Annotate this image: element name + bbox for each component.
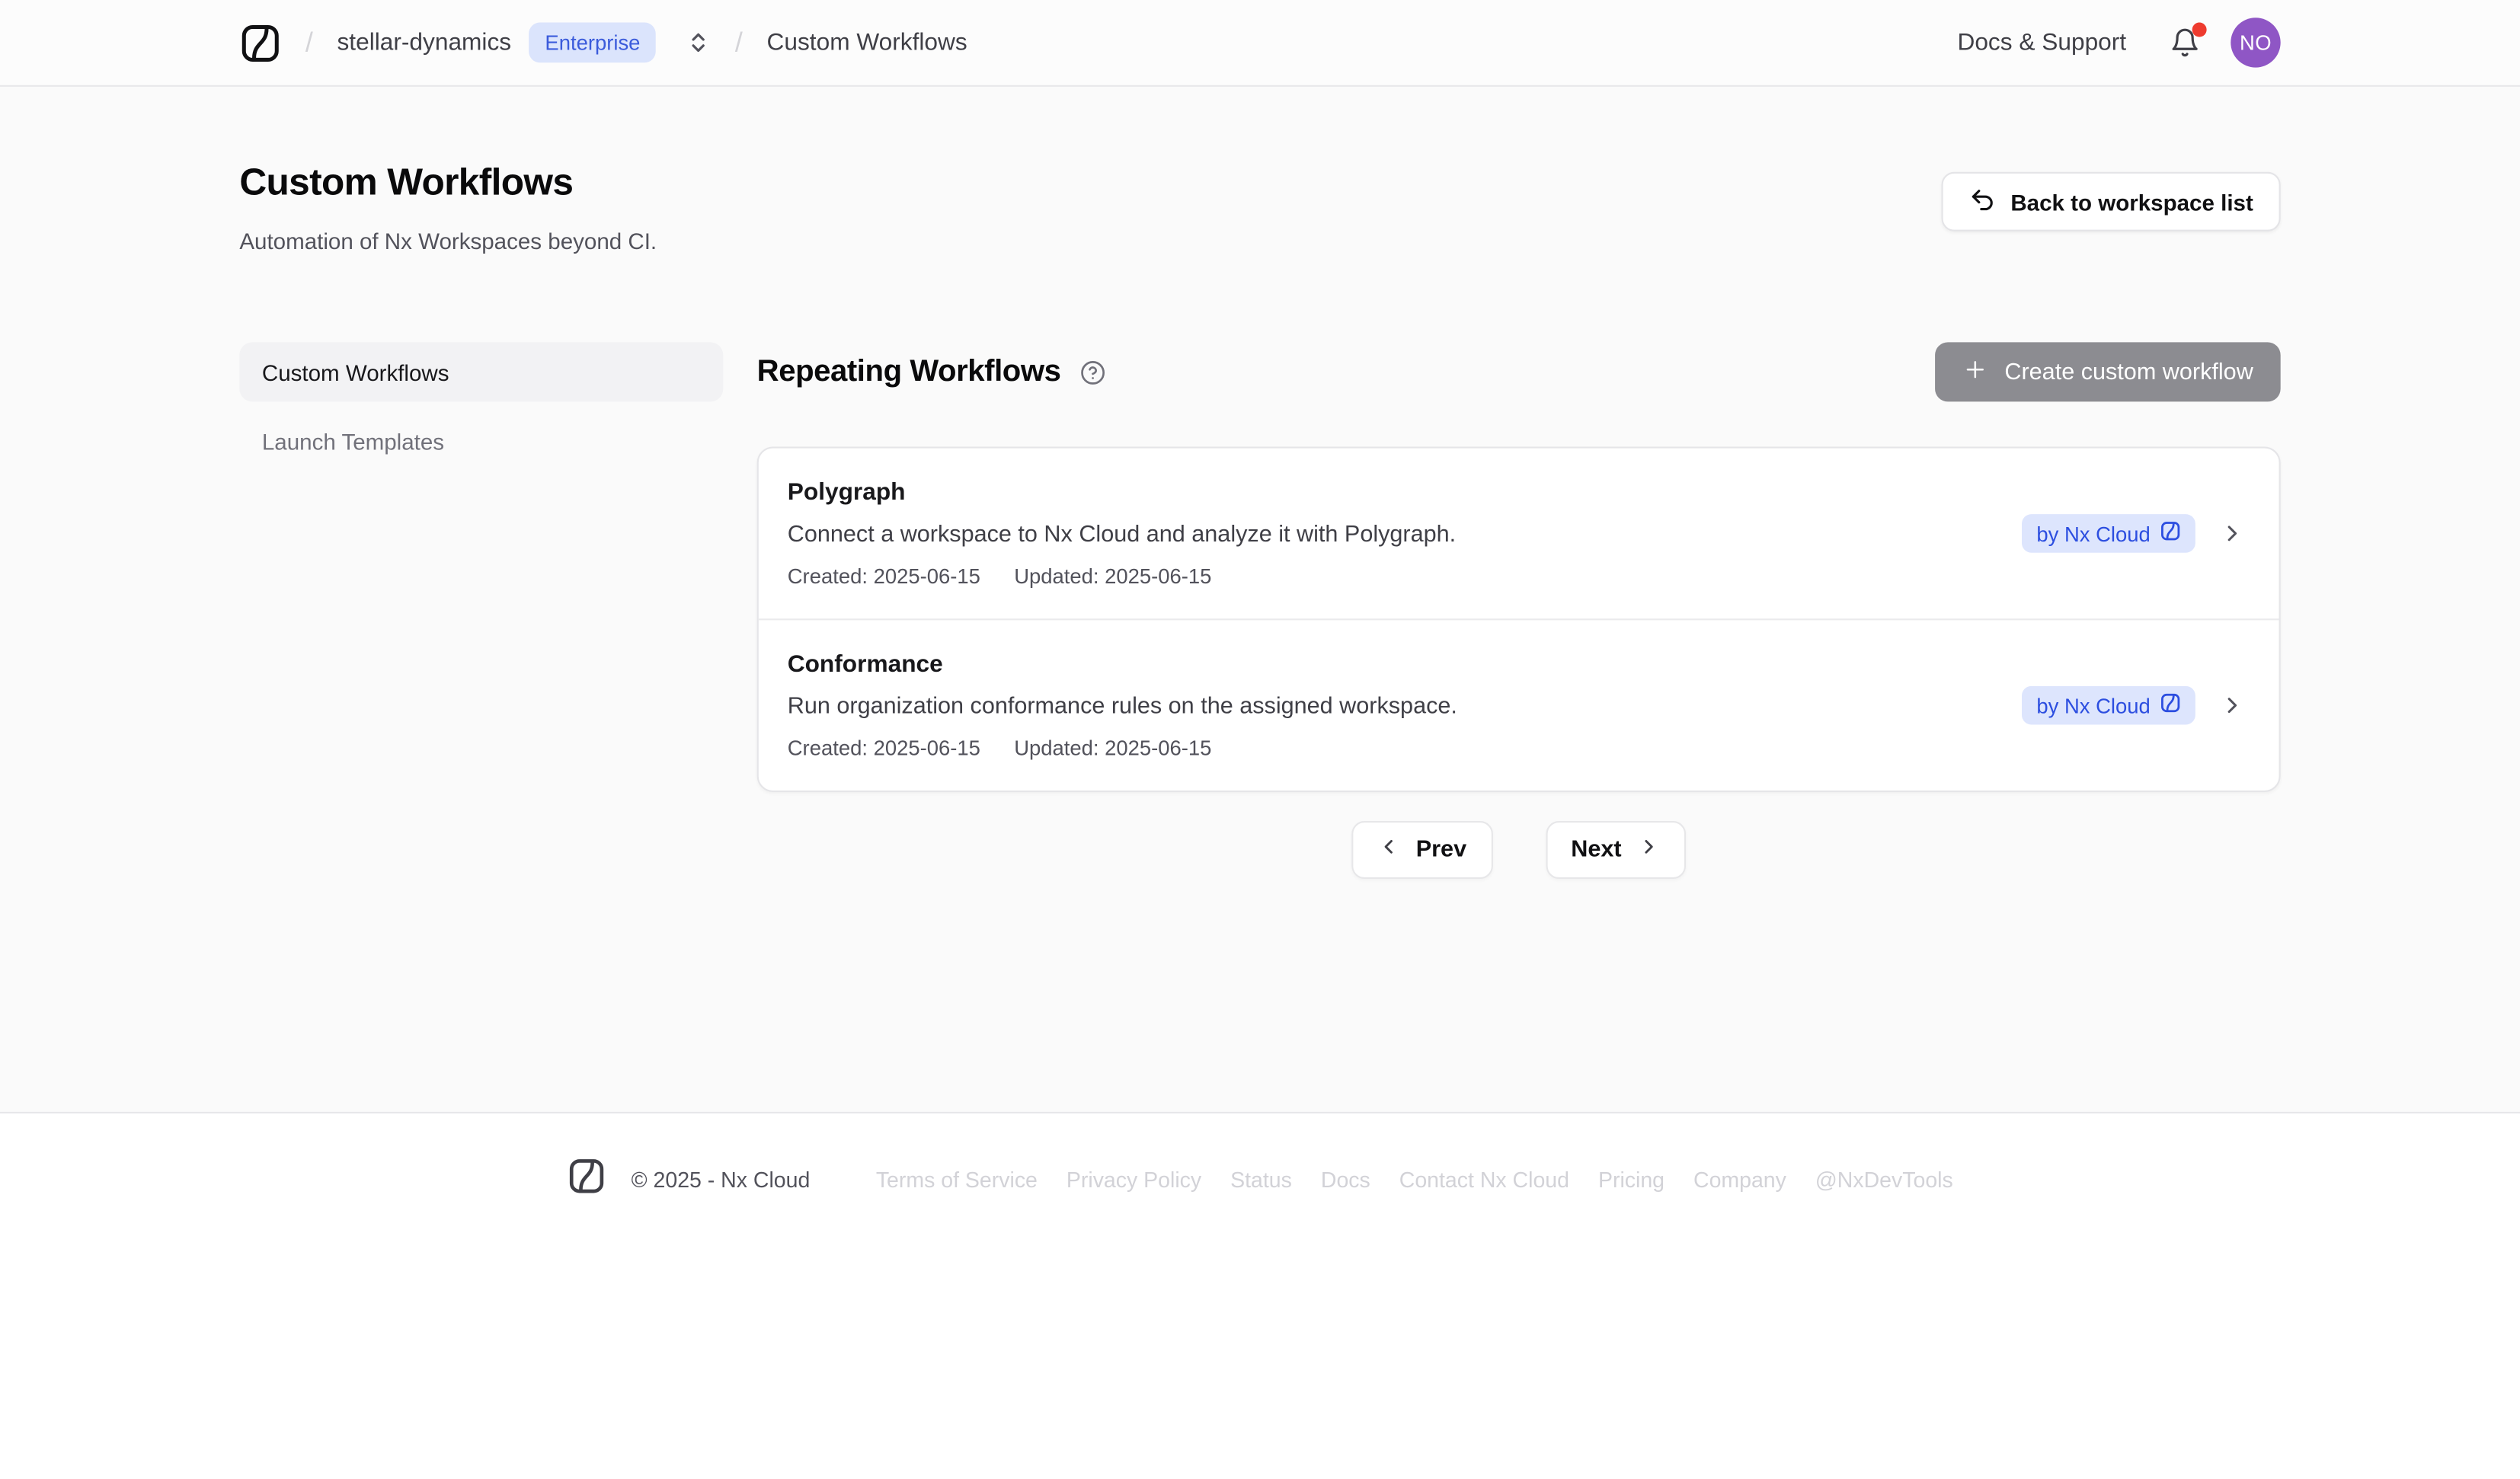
workflow-name: Polygraph [788,479,2023,506]
workflow-updated: Updated: 2025-06-15 [1014,564,1211,589]
pagination: Prev Next [757,821,2281,879]
by-nx-cloud-badge: by Nx Cloud [2022,514,2195,553]
footer-link-status[interactable]: Status [1230,1168,1292,1193]
next-page-button[interactable]: Next [1545,821,1685,879]
plan-badge: Enterprise [529,23,656,63]
create-custom-workflow-button[interactable]: Create custom workflow [1936,342,2281,401]
content-area: Custom Workflows Automation of Nx Worksp… [0,87,2520,1113]
notification-dot [2192,23,2207,37]
plus-icon [1963,356,1989,388]
footer-link-contact[interactable]: Contact Nx Cloud [1399,1168,1569,1193]
nx-logo-icon [2160,692,2180,718]
sidebar-item-custom-workflows[interactable]: Custom Workflows [239,342,723,401]
undo-arrow-icon [1968,186,1996,218]
prev-page-button[interactable]: Prev [1351,821,1492,879]
workflow-name: Conformance [788,650,2023,678]
page-subtitle: Automation of Nx Workspaces beyond CI. [239,228,657,254]
breadcrumb-current-page[interactable]: Custom Workflows [767,29,967,56]
footer-link-pricing[interactable]: Pricing [1598,1168,1665,1193]
next-label: Next [1571,837,1621,863]
top-navbar: / stellar-dynamics Enterprise / Custom W… [0,0,2520,87]
settings-sidebar: Custom Workflows Launch Templates [239,342,723,879]
workflow-row-polygraph[interactable]: Polygraph Connect a workspace to Nx Clou… [759,449,2279,619]
back-button-label: Back to workspace list [2010,189,2253,215]
chevron-right-icon [2219,521,2245,547]
breadcrumb-workspace[interactable]: stellar-dynamics [337,29,511,56]
breadcrumb-separator: / [305,27,313,59]
page: / stellar-dynamics Enterprise / Custom W… [0,0,2520,1478]
badge-label: by Nx Cloud [2036,693,2150,717]
chevron-right-icon [1638,835,1661,864]
create-button-label: Create custom workflow [2004,359,2253,385]
section-title: Repeating Workflows [757,354,1061,389]
page-footer: © 2025 - Nx Cloud Terms of Service Priva… [0,1113,2520,1203]
chevron-right-icon [2219,692,2245,718]
workflows-list-panel: Polygraph Connect a workspace to Nx Clou… [757,446,2281,792]
footer-link-privacy[interactable]: Privacy Policy [1067,1168,1201,1193]
footer-links: Terms of Service Privacy Policy Status D… [876,1168,1953,1193]
footer-nx-logo-icon [567,1157,606,1203]
docs-support-link[interactable]: Docs & Support [1957,29,2126,56]
workflow-updated: Updated: 2025-06-15 [1014,736,1211,760]
copyright-text: © 2025 - Nx Cloud [632,1168,811,1193]
workflow-description: Connect a workspace to Nx Cloud and anal… [788,522,2023,548]
workspace-switcher-icon[interactable] [687,30,712,55]
by-nx-cloud-badge: by Nx Cloud [2022,686,2195,725]
workflow-created: Created: 2025-06-15 [788,736,980,760]
notifications-bell-icon[interactable] [2170,27,2200,58]
workflow-description: Run organization conformance rules on th… [788,694,2023,720]
page-title: Custom Workflows [239,161,657,204]
chevron-left-icon [1377,835,1400,864]
nx-logo-icon [2160,521,2180,547]
sidebar-item-launch-templates[interactable]: Launch Templates [239,411,723,471]
footer-link-nxdevtools[interactable]: @NxDevTools [1815,1168,1953,1193]
repeating-workflows-section: Repeating Workflows [757,342,2281,879]
back-to-workspace-list-button[interactable]: Back to workspace list [1942,172,2281,232]
breadcrumb-separator: / [735,27,743,59]
prev-label: Prev [1416,837,1466,863]
help-icon[interactable] [1080,359,1106,385]
workflow-row-conformance[interactable]: Conformance Run organization conformance… [759,618,2279,791]
nx-cloud-logo-icon[interactable] [239,21,281,63]
user-avatar[interactable]: NO [2231,18,2280,67]
footer-link-company[interactable]: Company [1693,1168,1786,1193]
workflow-created: Created: 2025-06-15 [788,564,980,589]
footer-link-docs[interactable]: Docs [1321,1168,1370,1193]
badge-label: by Nx Cloud [2036,522,2150,546]
footer-link-terms[interactable]: Terms of Service [876,1168,1038,1193]
